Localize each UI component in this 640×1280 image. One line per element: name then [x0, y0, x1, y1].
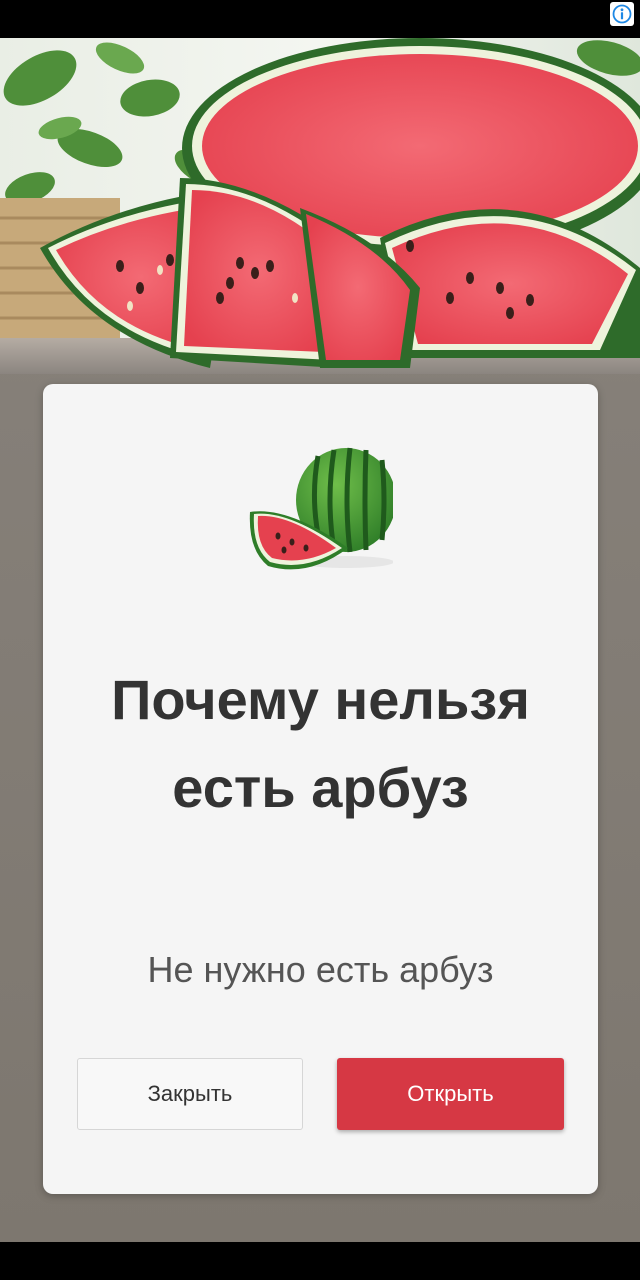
ad-info-button[interactable]	[610, 2, 634, 26]
watermelon-photo	[0, 38, 640, 374]
info-icon	[612, 4, 632, 24]
screen: Почему нельзя есть арбуз Не нужно есть а…	[0, 0, 640, 1280]
top-bar	[0, 0, 640, 38]
ad-title: Почему нельзя есть арбуз	[111, 668, 530, 819]
ad-area[interactable]: Почему нельзя есть арбуз Не нужно есть а…	[0, 38, 640, 1242]
ad-subtitle: Не нужно есть арбуз	[147, 949, 494, 990]
bottom-bar	[0, 1242, 640, 1280]
ad-card[interactable]: Почему нельзя есть арбуз Не нужно есть а…	[43, 384, 598, 1194]
open-button[interactable]: Открыть	[337, 1058, 564, 1130]
watermelon-icon	[249, 447, 393, 570]
close-button[interactable]: Закрыть	[77, 1058, 303, 1130]
